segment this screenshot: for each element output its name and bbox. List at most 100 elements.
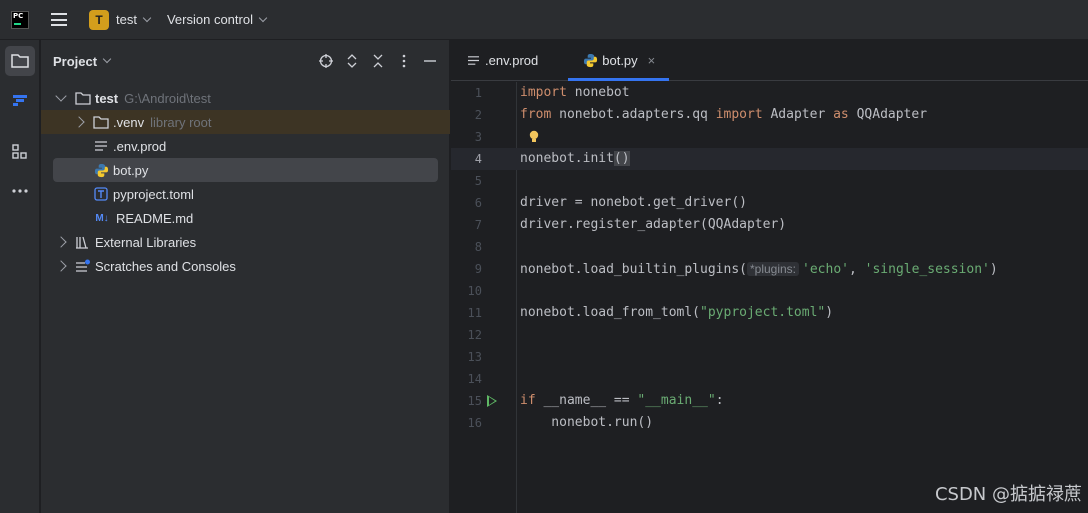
- main-menu-icon[interactable]: [51, 13, 67, 26]
- more-options-icon[interactable]: [395, 51, 413, 71]
- tree-item-scratches[interactable]: Scratches and Consoles: [41, 254, 450, 278]
- app-logo-text: PC: [13, 11, 24, 20]
- code-line[interactable]: 12: [451, 324, 1088, 346]
- line-number: 14: [467, 372, 482, 386]
- code-line[interactable]: 11 nonebot.load_from_toml("pyproject.tom…: [451, 302, 1088, 324]
- project-panel-title[interactable]: Project: [53, 54, 97, 69]
- code-token: driver = nonebot.get_driver(): [520, 195, 747, 210]
- tree-item-label: Scratches and Consoles: [95, 258, 236, 274]
- tool-window-strip: [0, 40, 40, 513]
- toml-file-icon: [93, 186, 109, 202]
- line-number: 12: [467, 328, 482, 342]
- code-token: import: [520, 85, 567, 100]
- code-line-current[interactable]: 4 nonebot.init(): [451, 148, 1088, 170]
- text-file-icon: [465, 52, 481, 68]
- plugin-tool-button[interactable]: [5, 85, 35, 115]
- code-token: nonebot.run(): [520, 415, 654, 430]
- tab-bot-py[interactable]: bot.py ×: [568, 40, 670, 81]
- chevron-down-icon[interactable]: [142, 13, 152, 22]
- markdown-file-icon: M↓: [95, 212, 109, 224]
- line-number: 4: [474, 152, 482, 166]
- pycharm-logo-icon[interactable]: PC: [11, 10, 29, 29]
- code-line[interactable]: 15 if __name__ == "__main__":: [451, 390, 1088, 412]
- text-file-icon: [93, 138, 109, 154]
- tab-label: .env.prod: [485, 52, 539, 68]
- run-gutter-icon[interactable]: [487, 395, 497, 407]
- code-line[interactable]: 10: [451, 280, 1088, 302]
- code-line[interactable]: 2 from nonebot.adapters.qq import Adapte…: [451, 104, 1088, 126]
- tree-item-label: bot.py: [113, 162, 149, 178]
- tab-label: bot.py: [602, 52, 638, 68]
- chevron-right-icon[interactable]: [55, 236, 67, 248]
- code-line[interactable]: 5: [451, 170, 1088, 192]
- libraries-icon: [75, 234, 91, 250]
- code-line[interactable]: 3: [451, 126, 1088, 148]
- python-file-icon: [93, 162, 109, 178]
- code-token: as: [833, 107, 849, 122]
- tree-item-label: pyproject.toml: [113, 186, 194, 202]
- tree-item-bot-py[interactable]: bot.py: [53, 158, 438, 182]
- chevron-down-icon[interactable]: [102, 54, 112, 64]
- chevron-down-icon[interactable]: [258, 13, 268, 22]
- tree-item-venv[interactable]: .venv library root: [41, 110, 450, 134]
- code-line[interactable]: 6 driver = nonebot.get_driver(): [451, 192, 1088, 214]
- code-token: nonebot: [566, 85, 630, 100]
- project-tool-button[interactable]: [5, 46, 35, 76]
- code-token: "pyproject.toml": [700, 305, 826, 320]
- version-control-menu[interactable]: Version control: [167, 12, 253, 27]
- tree-item-pyproject[interactable]: pyproject.toml: [41, 182, 450, 206]
- code-line[interactable]: 16 nonebot.run(): [451, 412, 1088, 434]
- code-token: nonebot.load_from_toml(: [520, 305, 701, 320]
- code-token: Adapter: [762, 107, 834, 122]
- chevron-right-icon[interactable]: [55, 260, 67, 272]
- project-panel: Project test G:\Android\test .venv libra…: [41, 40, 450, 513]
- editor-area: .env.prod bot.py × 1 import nonebot 2 fr…: [451, 40, 1088, 513]
- code-token: driver.register_adapter(QQAdapter): [520, 217, 787, 232]
- line-number: 1: [474, 86, 482, 100]
- expand-collapse-icon[interactable]: [343, 51, 361, 71]
- code-line[interactable]: 8: [451, 236, 1088, 258]
- locate-icon[interactable]: [317, 51, 335, 71]
- line-number: 16: [467, 416, 482, 430]
- chevron-down-icon[interactable]: [55, 90, 67, 102]
- line-number: 2: [474, 108, 482, 122]
- line-number: 13: [467, 350, 482, 364]
- tree-item-hint: library root: [150, 114, 212, 130]
- code-token: nonebot.load_builtin_plugins(: [520, 262, 747, 277]
- tree-item-label: External Libraries: [95, 234, 197, 250]
- code-token: nonebot.init: [520, 151, 614, 166]
- project-badge[interactable]: T: [89, 9, 109, 30]
- code-token: from: [520, 107, 552, 122]
- code-line[interactable]: 9 nonebot.load_builtin_plugins(*plugins:…: [451, 258, 1088, 280]
- tab-env-prod[interactable]: .env.prod: [451, 40, 552, 80]
- code-line[interactable]: 14: [451, 368, 1088, 390]
- tree-item-external-libraries[interactable]: External Libraries: [41, 230, 450, 254]
- tree-item-readme[interactable]: M↓ README.md: [41, 206, 450, 230]
- code-line[interactable]: 1 import nonebot: [451, 82, 1088, 104]
- line-number: 5: [474, 174, 482, 188]
- code-line[interactable]: 7 driver.register_adapter(QQAdapter): [451, 214, 1088, 236]
- code-token: 'echo': [802, 262, 849, 277]
- project-panel-actions: [317, 51, 439, 71]
- tree-item-env-prod[interactable]: .env.prod: [41, 134, 450, 158]
- collapse-all-icon[interactable]: [369, 51, 387, 71]
- structure-tool-button[interactable]: [5, 137, 35, 167]
- chevron-right-icon[interactable]: [73, 116, 85, 128]
- structure-icon: [12, 144, 27, 159]
- code-token: QQAdapter: [848, 107, 928, 122]
- code-token: (): [613, 151, 630, 166]
- line-number: 3: [474, 130, 482, 144]
- code-line[interactable]: 13: [451, 346, 1088, 368]
- folder-icon: [75, 90, 91, 106]
- editor-tabbar: .env.prod bot.py ×: [451, 40, 1088, 81]
- tree-item-test[interactable]: test G:\Android\test: [41, 86, 450, 110]
- more-tools-button[interactable]: [5, 176, 35, 206]
- minimize-icon[interactable]: [421, 51, 439, 71]
- close-icon[interactable]: ×: [648, 53, 656, 68]
- code-token: ): [825, 305, 834, 320]
- intention-bulb-icon[interactable]: [529, 129, 539, 145]
- line-number: 6: [474, 196, 482, 210]
- tree-item-label: .env.prod: [113, 138, 167, 154]
- folder-icon: [11, 54, 29, 68]
- project-name[interactable]: test: [116, 12, 137, 27]
